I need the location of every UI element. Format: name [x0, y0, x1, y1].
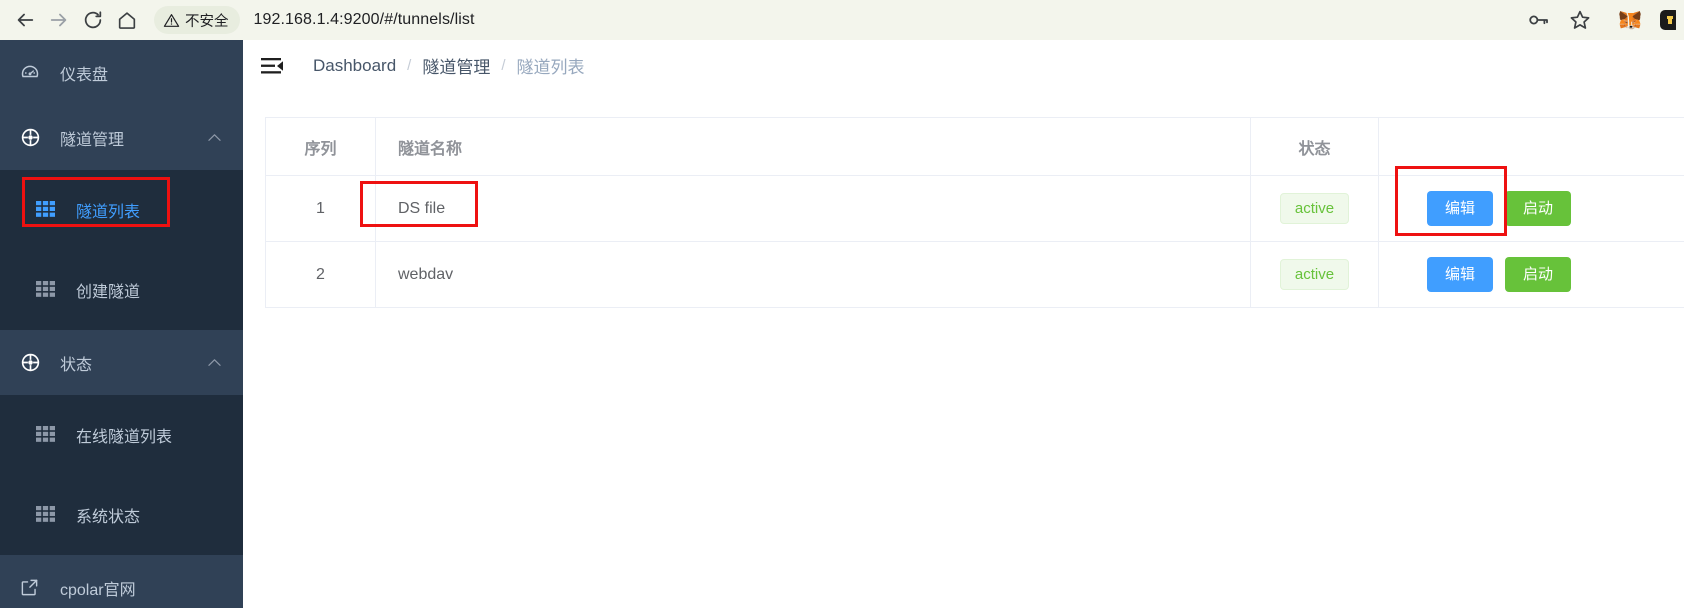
reload-button[interactable]: [76, 3, 110, 37]
address-bar[interactable]: 不安全 192.168.1.4:9200/#/tunnels/list: [154, 5, 1600, 35]
column-header-name: 隧道名称: [375, 117, 1251, 176]
breadcrumb-separator: /: [501, 57, 506, 74]
browser-toolbar: 不安全 192.168.1.4:9200/#/tunnels/list: [0, 0, 1684, 40]
cell-seq: 2: [265, 241, 376, 308]
sidebar-item-label: 在线隧道列表: [76, 429, 173, 446]
table-row: 1 DS file active 编辑 启动: [265, 175, 1684, 242]
security-label: 不安全: [185, 13, 229, 30]
tunnels-table-wrapper: 序列 隧道名称 状态 操作 1 DS file active: [265, 117, 1684, 308]
table-head: 序列 隧道名称 状态 操作: [265, 117, 1684, 176]
sidebar-item-label: 创建隧道: [76, 284, 141, 301]
grid-icon: [36, 505, 58, 525]
chevron-up-icon: [208, 129, 221, 147]
sidebar-item-label: 状态: [60, 356, 93, 374]
sidebar-item-label: 隧道管理: [60, 131, 125, 149]
sidebar: 仪表盘 隧道管理 隧道列表 创建隧道 状态 在线隧道列表 系统状态 cpolar…: [0, 40, 243, 608]
grid-icon: [36, 200, 58, 220]
sidebar-group-status[interactable]: 状态: [0, 330, 243, 395]
sidebar-item-create-tunnel[interactable]: 创建隧道: [0, 250, 243, 330]
breadcrumb-item-tunnel-management[interactable]: 隧道管理: [422, 53, 490, 78]
top-navbar: Dashboard / 隧道管理 / 隧道列表: [243, 40, 1684, 92]
start-button[interactable]: 启动: [1505, 191, 1572, 226]
reload-icon: [84, 11, 102, 29]
cell-state: active: [1250, 175, 1379, 242]
sidebar-item-dashboard[interactable]: 仪表盘: [0, 40, 243, 105]
tunnels-table: 序列 隧道名称 状态 操作 1 DS file active: [265, 117, 1684, 308]
breadcrumb-item-tunnel-list: 隧道列表: [516, 58, 585, 77]
sidebar-item-tunnel-list[interactable]: 隧道列表: [0, 170, 243, 250]
arrow-left-icon: [17, 13, 34, 27]
grid-icon: [36, 425, 58, 445]
omnibox-actions: [1526, 5, 1600, 35]
sidebar-item-cpolar-website[interactable]: cpolar官网: [0, 555, 243, 608]
cell-seq: 1: [265, 175, 376, 242]
compass-icon: [20, 127, 46, 148]
sidebar-item-online-tunnel-list[interactable]: 在线隧道列表: [0, 395, 243, 475]
edit-button[interactable]: 编辑: [1427, 257, 1494, 292]
sidebar-item-label: cpolar官网: [60, 581, 136, 599]
home-icon: [118, 12, 136, 29]
external-link-icon: [20, 578, 46, 597]
star-icon[interactable]: [1568, 8, 1592, 32]
breadcrumb: Dashboard / 隧道管理 / 隧道列表: [313, 53, 585, 78]
cell-name: DS file: [375, 175, 1251, 242]
breadcrumb-separator: /: [407, 57, 412, 74]
table-header-row: 序列 隧道名称 状态 操作: [265, 117, 1684, 176]
hamburger-collapse-icon[interactable]: [259, 53, 285, 79]
home-button[interactable]: [110, 3, 144, 37]
submenu-tunnel-management: 隧道列表 创建隧道: [0, 170, 243, 330]
table-body: 1 DS file active 编辑 启动 2 webdav active 编…: [265, 175, 1684, 308]
breadcrumb-item-dashboard[interactable]: Dashboard: [313, 56, 396, 76]
extension-icon[interactable]: [1658, 8, 1676, 32]
grid-icon: [36, 280, 58, 300]
cell-ops: 编辑 启动: [1378, 175, 1684, 242]
key-icon[interactable]: [1526, 8, 1550, 32]
row-actions: 编辑 启动: [1391, 191, 1684, 226]
chevron-up-icon: [208, 354, 221, 372]
sidebar-item-label: 仪表盘: [60, 66, 109, 84]
url-text[interactable]: 192.168.1.4:9200/#/tunnels/list: [254, 11, 475, 29]
compass-icon: [20, 352, 46, 373]
security-status-chip[interactable]: 不安全: [154, 6, 240, 34]
back-button[interactable]: [8, 3, 42, 37]
row-actions: 编辑 启动: [1391, 257, 1684, 292]
sidebar-item-system-status[interactable]: 系统状态: [0, 475, 243, 555]
start-button[interactable]: 启动: [1505, 257, 1572, 292]
status-badge: active: [1279, 259, 1350, 290]
column-header-ops: 操作: [1378, 117, 1684, 176]
metamask-fox-icon[interactable]: [1618, 8, 1642, 32]
forward-button[interactable]: [42, 3, 76, 37]
edit-button[interactable]: 编辑: [1427, 191, 1494, 226]
submenu-status: 在线隧道列表 系统状态: [0, 395, 243, 555]
column-header-state: 状态: [1250, 117, 1379, 176]
app-root: 仪表盘 隧道管理 隧道列表 创建隧道 状态 在线隧道列表 系统状态 cpolar…: [0, 40, 1684, 608]
warning-triangle-icon: [163, 13, 180, 27]
dashboard-gauge-icon: [20, 63, 46, 83]
main-content: Dashboard / 隧道管理 / 隧道列表 序列 隧道名称 状态 操作: [243, 40, 1684, 608]
status-badge: active: [1279, 193, 1350, 224]
cell-state: active: [1250, 241, 1379, 308]
table-row: 2 webdav active 编辑 启动: [265, 241, 1684, 308]
extension-icons: [1618, 8, 1676, 32]
cell-name: webdav: [375, 241, 1251, 308]
cell-ops: 编辑 启动: [1378, 241, 1684, 308]
sidebar-item-label: 系统状态: [76, 509, 141, 526]
sidebar-item-label: 隧道列表: [76, 204, 141, 221]
sidebar-group-tunnel-management[interactable]: 隧道管理: [0, 105, 243, 170]
arrow-right-icon: [50, 13, 67, 27]
column-header-seq: 序列: [265, 117, 376, 176]
